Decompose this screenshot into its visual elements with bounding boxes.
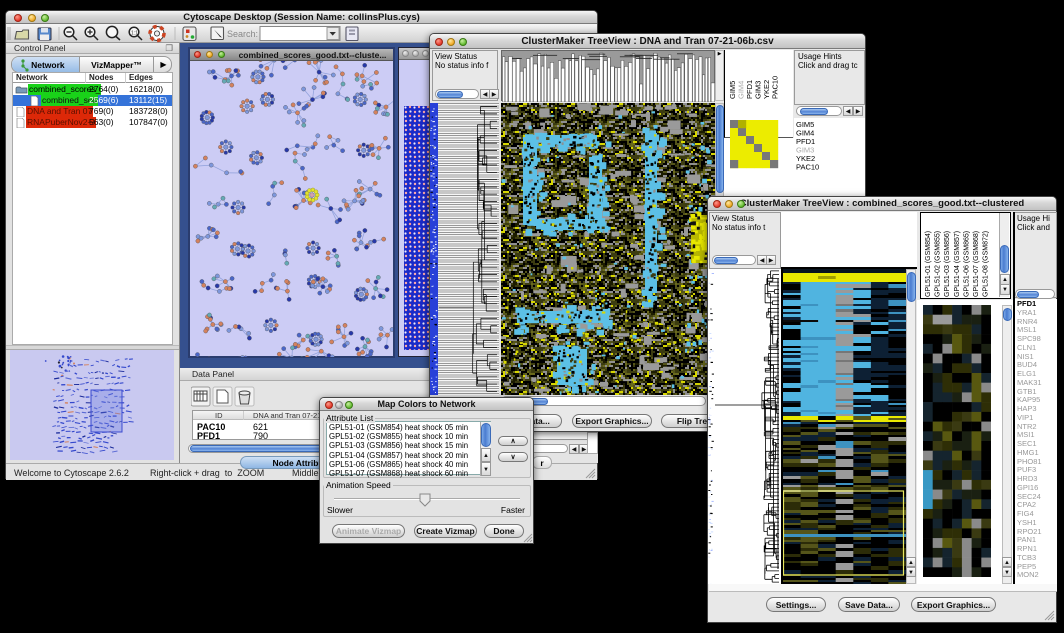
svg-text:GPL51-02 (GSM855): GPL51-02 (GSM855) <box>935 231 942 297</box>
svg-text:1:1: 1:1 <box>131 31 138 37</box>
svg-text:GPL51-07 (GSM868): GPL51-07 (GSM868) <box>973 231 980 297</box>
svg-text:GPL51-03 (GSM856): GPL51-03 (GSM856) <box>944 231 951 297</box>
svg-text:PAC10: PAC10 <box>796 163 819 172</box>
svg-text:Search:: Search: <box>227 29 258 39</box>
svg-text:GPL51-08 (GSM872): GPL51-08 (GSM872) <box>983 231 990 297</box>
svg-text:GPL51-04 (GSM857): GPL51-04 (GSM857) <box>954 231 961 297</box>
svg-text:GPL51-01 (GSM854): GPL51-01 (GSM854) <box>925 231 932 297</box>
svg-text:GPL51-06 (GSM865): GPL51-06 (GSM865) <box>963 231 970 297</box>
svg-text:PAC10: PAC10 <box>771 76 780 99</box>
